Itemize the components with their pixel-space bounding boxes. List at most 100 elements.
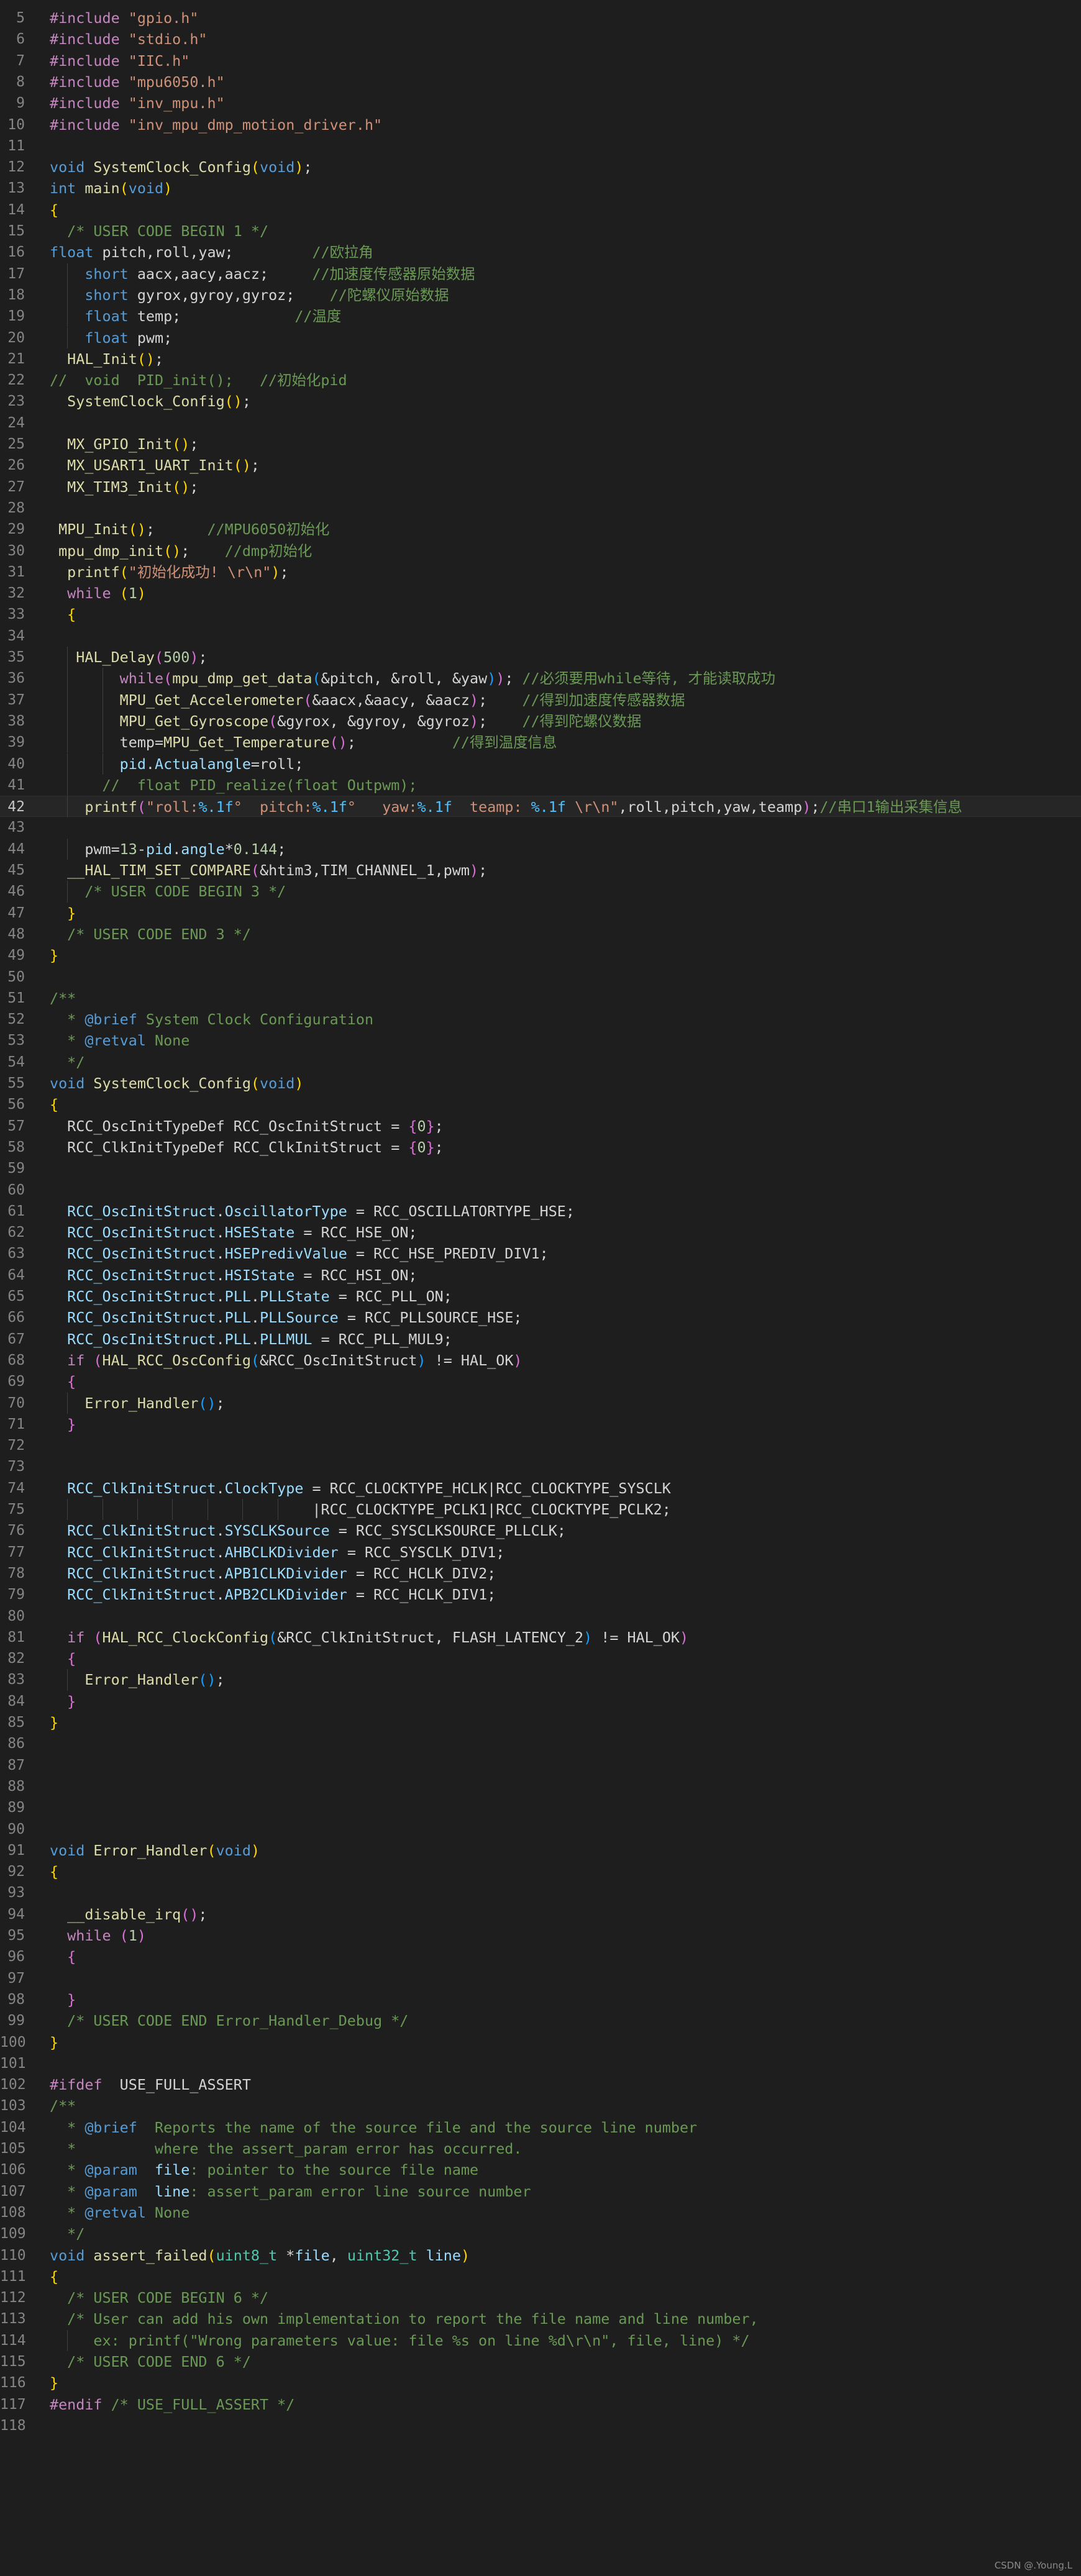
code-line[interactable]: 53 * @retval None [0,1030,1081,1051]
code-line[interactable]: 103 /** [0,2095,1081,2116]
code-line[interactable]: 37 MPU_Get_Accelerometer(&aacx,&aacy, &a… [0,689,1081,711]
code-line[interactable]: 118 [0,2415,1081,2436]
code-line[interactable]: 31 printf("初始化成功! \r\n"); [0,562,1081,583]
code-line[interactable]: 38 MPU_Get_Gyroscope(&gyrox, &gyroy, &gy… [0,710,1081,732]
code-line[interactable]: 35 HAL_Delay(500); [0,647,1081,668]
code-line[interactable]: 52 * @brief System Clock Configuration [0,1009,1081,1030]
code-line[interactable]: 110 void assert_failed(uint8_t *file, uin… [0,2245,1081,2266]
code-line[interactable]: 100} [0,2032,1081,2053]
code-line[interactable]: 48 /* USER CODE END 3 */ [0,924,1081,945]
code-line[interactable]: 45 __HAL_TIM_SET_COMPARE(&htim3,TIM_CHAN… [0,860,1081,881]
code-line[interactable]: 43 [0,817,1081,838]
code-line[interactable]: 32 while (1) [0,583,1081,604]
code-line[interactable]: 97 [0,1968,1081,1989]
code-line[interactable]: 104 * @brief Reports the name of the sou… [0,2117,1081,2138]
code-line[interactable]: 71 } [0,1414,1081,1435]
code-line[interactable]: 13 int main(void) [0,178,1081,199]
code-line[interactable]: 95 while (1) [0,1925,1081,1946]
code-line[interactable]: 8 #include "mpu6050.h" [0,71,1081,93]
code-line[interactable]: 36 while(mpu_dmp_get_data(&pitch, &roll,… [0,668,1081,690]
code-line[interactable]: 77 RCC_ClkInitStruct.AHBCLKDivider = RCC… [0,1542,1081,1563]
code-line[interactable]: 49} [0,945,1081,966]
code-line[interactable]: 12 void SystemClock_Config(void); [0,157,1081,178]
code-line[interactable]: 24 [0,412,1081,434]
code-line[interactable]: 10 #include "inv_mpu_dmp_motion_driver.h" [0,114,1081,135]
code-line[interactable]: 84 } [0,1691,1081,1712]
code-line[interactable]: 33 { [0,604,1081,625]
code-line[interactable]: 21 HAL_Init(); [0,348,1081,370]
code-line[interactable]: 66 RCC_OscInitStruct.PLL.PLLSource = RCC… [0,1307,1081,1328]
code-line[interactable]: 60 [0,1180,1081,1201]
code-line[interactable]: 40 pid.Actualangle=roll; [0,753,1081,775]
code-line[interactable]: 116} [0,2372,1081,2393]
code-line[interactable]: 92 { [0,1861,1081,1882]
code-line[interactable]: 23 SystemClock_Config(); [0,391,1081,412]
code-line[interactable]: 11 [0,135,1081,157]
code-line[interactable]: 18 short gyrox,gyroy,gyroz; //陀螺仪原始数据 [0,284,1081,306]
code-line[interactable]: 6 #include "stdio.h" [0,29,1081,50]
code-line[interactable]: 68 if (HAL_RCC_OscConfig(&RCC_OscInitStr… [0,1350,1081,1371]
code-line[interactable]: 115 /* USER CODE END 6 */ [0,2351,1081,2372]
code-line[interactable]: 108 * @retval None [0,2202,1081,2223]
code-line[interactable]: 82 { [0,1648,1081,1669]
code-line[interactable]: 101 [0,2053,1081,2074]
code-line[interactable]: 72 [0,1435,1081,1456]
code-line[interactable]: 7 #include "IIC.h" [0,50,1081,71]
code-line[interactable]: 39 temp=MPU_Get_Temperature(); //得到温度信息 [0,732,1081,753]
code-line[interactable]: 50 [0,967,1081,988]
code-line[interactable]: 80 [0,1606,1081,1627]
code-line[interactable]: 98 } [0,1989,1081,2010]
code-line[interactable]: 114 ex: printf("Wrong parameters value: … [0,2329,1081,2351]
code-line[interactable]: 63 RCC_OscInitStruct.HSEPredivValue = RC… [0,1243,1081,1264]
code-line[interactable]: 17 short aacx,aacy,aacz; //加速度传感器原始数据 [0,263,1081,284]
code-line[interactable]: 73 [0,1456,1081,1477]
code-line[interactable]: 41 // float PID_realize(float Outpwm); [0,774,1081,796]
code-line[interactable]: 86 [0,1733,1081,1754]
code-line[interactable]: 44 pwm=13-pid.angle*0.144; [0,838,1081,860]
code-line[interactable]: 102 #ifdef USE_FULL_ASSERT [0,2074,1081,2095]
code-line[interactable]: 111 { [0,2266,1081,2287]
code-line[interactable]: 85} [0,1712,1081,1733]
code-line[interactable]: 16 float pitch,roll,yaw; //欧拉角 [0,242,1081,263]
code-line[interactable]: 78 RCC_ClkInitStruct.APB1CLKDivider = RC… [0,1563,1081,1584]
code-line[interactable]: 76 RCC_ClkInitStruct.SYSCLKSource = RCC_… [0,1520,1081,1541]
code-line[interactable]: 57 RCC_OscInitTypeDef RCC_OscInitStruct … [0,1116,1081,1137]
code-line[interactable]: 91 void Error_Handler(void) [0,1840,1081,1861]
code-line[interactable]: 70 Error_Handler(); [0,1392,1081,1414]
code-line[interactable]: 54 */ [0,1052,1081,1073]
code-line[interactable]: 19 float temp; //温度 [0,306,1081,327]
code-line[interactable]: 58 RCC_ClkInitTypeDef RCC_ClkInitStruct … [0,1137,1081,1158]
code-line[interactable]: 27 MX_TIM3_Init(); [0,476,1081,498]
code-line[interactable]: 87 [0,1755,1081,1776]
code-line[interactable]: 34 [0,626,1081,647]
code-line[interactable]: 79 RCC_ClkInitStruct.APB2CLKDivider = RC… [0,1584,1081,1605]
code-line[interactable]: 25 MX_GPIO_Init(); [0,434,1081,455]
code-line[interactable]: 64 RCC_OscInitStruct.HSIState = RCC_HSI_… [0,1265,1081,1286]
code-line[interactable]: 51 /** [0,988,1081,1009]
code-line[interactable]: 117 #endif /* USE_FULL_ASSERT */ [0,2394,1081,2415]
code-line[interactable]: 56 { [0,1094,1081,1115]
code-line[interactable]: 42 printf("roll:%.1f° pitch:%.1f° yaw:%.… [0,796,1081,818]
code-line[interactable]: 47 } [0,903,1081,924]
code-line[interactable]: 59 [0,1158,1081,1179]
code-line[interactable]: 109 */ [0,2223,1081,2244]
code-editor[interactable]: 5 #include "gpio.h" 6 #include "stdio.h" 7 #i… [0,0,1081,2576]
code-line[interactable]: 105 * where the assert_param error has o… [0,2138,1081,2159]
code-line[interactable]: 20 float pwm; [0,327,1081,348]
code-line[interactable]: 94 __disable_irq(); [0,1904,1081,1925]
code-line[interactable]: 106 * @param file: pointer to the source… [0,2159,1081,2180]
code-line[interactable]: 67 RCC_OscInitStruct.PLL.PLLMUL = RCC_PL… [0,1329,1081,1350]
code-line[interactable]: 29 MPU_Init(); //MPU6050初始化 [0,519,1081,540]
code-line[interactable]: 26 MX_USART1_UART_Init(); [0,455,1081,476]
code-line[interactable]: 55 void SystemClock_Config(void) [0,1073,1081,1094]
code-line[interactable]: 46 /* USER CODE BEGIN 3 */ [0,881,1081,903]
code-line[interactable]: 83 Error_Handler(); [0,1669,1081,1691]
code-line[interactable]: 96 { [0,1946,1081,1967]
code-line[interactable]: 14 { [0,199,1081,221]
code-line[interactable]: 15 /* USER CODE BEGIN 1 */ [0,221,1081,242]
code-line[interactable]: 88 [0,1776,1081,1797]
code-line[interactable]: 75 |RCC_CLOCKTYPE_PCLK1|RCC_CLOCKTYPE_PC… [0,1499,1081,1521]
code-line[interactable]: 62 RCC_OscInitStruct.HSEState = RCC_HSE_… [0,1222,1081,1243]
code-line[interactable]: 9 #include "inv_mpu.h" [0,93,1081,114]
code-line[interactable]: 93 [0,1882,1081,1903]
